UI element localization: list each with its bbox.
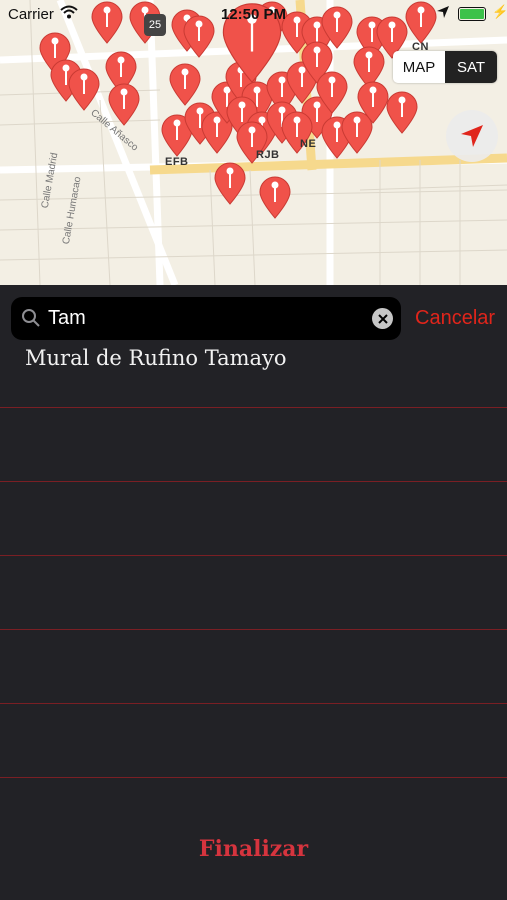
location-arrow-icon (461, 125, 483, 147)
map-pin-icon[interactable] (107, 82, 141, 126)
status-time: 12:50 PM (220, 6, 287, 23)
charging-bolt-icon: ⚡ (492, 4, 507, 19)
status-bar: Carrier 12:50 PM ⚡ (0, 0, 507, 28)
map-segment[interactable]: MAP (393, 51, 445, 83)
empty-list-row (0, 407, 507, 482)
map-label: RJB (256, 149, 280, 161)
location-services-icon (437, 6, 449, 18)
empty-list-row (0, 629, 507, 704)
map-type-segmented-control[interactable]: MAP SAT (393, 51, 497, 83)
search-icon (22, 309, 40, 327)
map-label: EFB (165, 156, 189, 168)
map-pin-icon[interactable] (168, 62, 202, 106)
sat-segment[interactable]: SAT (445, 51, 497, 83)
empty-list-row (0, 555, 507, 630)
battery-icon (458, 7, 486, 21)
result-label: Mural de Rufino Tamayo (25, 346, 287, 370)
cancel-button[interactable]: Cancelar (415, 307, 495, 330)
close-icon (377, 313, 388, 324)
clear-search-button[interactable] (372, 308, 393, 329)
map-pin-icon[interactable] (385, 90, 419, 134)
done-button[interactable]: Finalizar (0, 836, 507, 862)
locate-button[interactable] (446, 110, 498, 162)
search-input[interactable]: Tam (48, 307, 86, 330)
map-pin-icon[interactable] (258, 175, 292, 219)
list-item[interactable]: Mural de Rufino Tamayo (0, 333, 507, 408)
map-pin-icon[interactable] (315, 70, 349, 114)
empty-list-row (0, 481, 507, 556)
map-label: NE (300, 138, 317, 150)
empty-list-row (0, 703, 507, 778)
map-pin-icon[interactable] (67, 67, 101, 111)
map-view[interactable]: CN EFB RJB NE Calle Añasco Calle Madrid … (0, 0, 507, 285)
map-pin-icon[interactable] (213, 161, 247, 205)
